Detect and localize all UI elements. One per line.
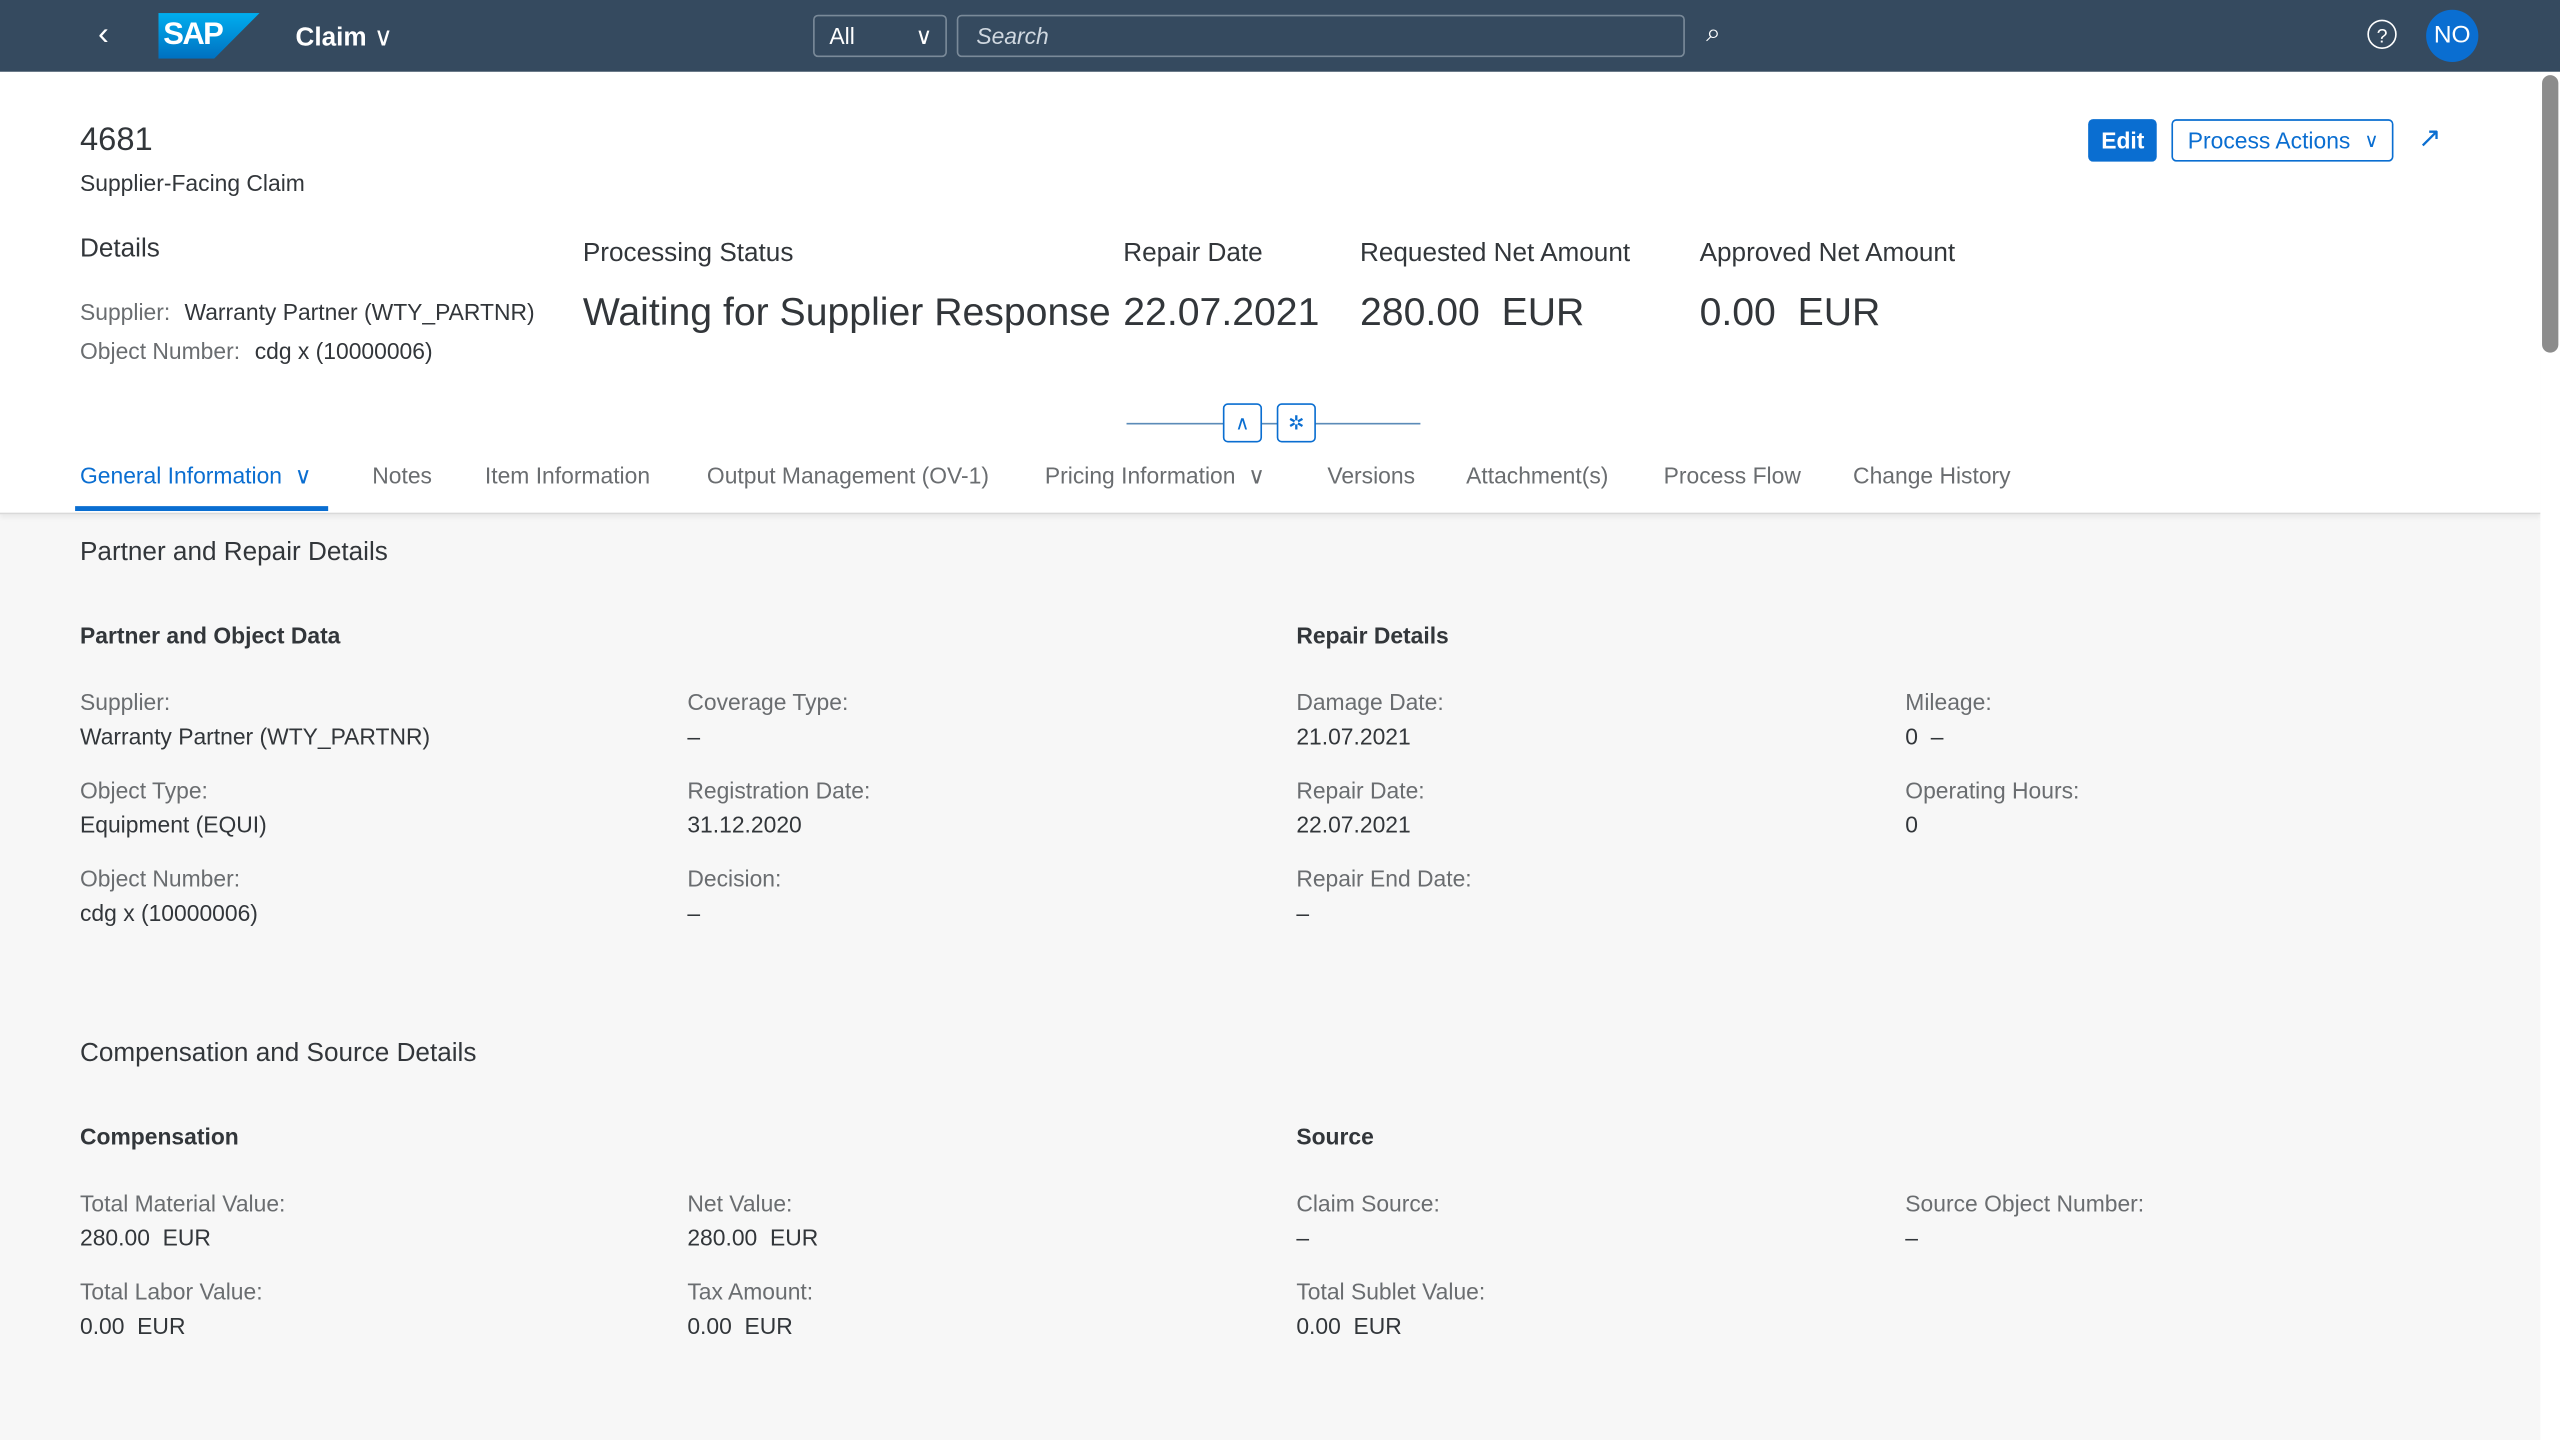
app-title: Claim [296, 24, 367, 52]
field-label: Supplier: [80, 689, 170, 715]
field-label: Repair Date: [1296, 777, 1424, 803]
edit-button[interactable]: Edit [2088, 119, 2157, 161]
object-number-value: cdg x (10000006) [255, 338, 433, 364]
search-input[interactable]: Search [957, 15, 1685, 57]
field-value: Warranty Partner (WTY_PARTNR) [80, 723, 430, 749]
tab-notes[interactable]: Notes [372, 462, 432, 488]
field-label: Registration Date: [687, 777, 870, 803]
field-value: Equipment (EQUI) [80, 811, 267, 837]
object-id: 4681 [80, 122, 153, 160]
field-value: 280.00 EUR [80, 1224, 211, 1250]
group-title: Partner and Object Data [80, 622, 340, 648]
field-label: Source Object Number: [1905, 1190, 2144, 1216]
process-actions-label: Process Actions [2188, 127, 2351, 153]
section-title: Compensation and Source Details [80, 1040, 476, 1069]
supplier-value: Warranty Partner (WTY_PARTNR) [184, 299, 534, 325]
pin-header-button[interactable]: ✲ [1277, 403, 1316, 442]
chevron-down-icon: ∨ [916, 16, 933, 55]
field-label: Decision: [687, 865, 781, 891]
active-tab-indicator [75, 506, 328, 511]
field-label: Object Type: [80, 777, 208, 803]
field-value: 280.00 EUR [687, 1224, 818, 1250]
field-label: Total Material Value: [80, 1190, 285, 1216]
kpi-label: Requested Net Amount [1360, 240, 1630, 269]
tab-pricing-information[interactable]: Pricing Information ∨ [1045, 462, 1265, 490]
share-icon[interactable]: ↗ [2418, 122, 2441, 155]
object-subtitle: Supplier-Facing Claim [80, 170, 305, 196]
help-icon[interactable]: ? [2367, 20, 2396, 49]
process-actions-button[interactable]: Process Actions ∨ [2171, 119, 2393, 161]
field-label: Repair End Date: [1296, 865, 1471, 891]
search-scope-select[interactable]: All ∨ [813, 15, 947, 57]
field-label: Claim Source: [1296, 1190, 1440, 1216]
field-value: – [1905, 1224, 1918, 1250]
processing-status-value: Waiting for Supplier Response [583, 291, 1111, 337]
field-value: cdg x (10000006) [80, 900, 258, 926]
supplier-label: Supplier: [80, 299, 170, 325]
field-label: Total Sublet Value: [1296, 1278, 1485, 1304]
field-value: 0 [1905, 811, 1918, 837]
requested-amount-value: 280.00 EUR [1360, 291, 1584, 337]
field-value: 0 – [1905, 723, 1943, 749]
scrollbar-thumb[interactable] [2542, 75, 2558, 353]
header-divider [1127, 423, 1421, 425]
field-value: 31.12.2020 [687, 811, 801, 837]
field-label: Mileage: [1905, 689, 1991, 715]
chevron-down-icon: ∨ [295, 462, 312, 488]
approved-amount-value: 0.00 EUR [1700, 291, 1881, 337]
field-value: 22.07.2021 [1296, 811, 1410, 837]
details-title: Details [80, 235, 160, 264]
field-label: Total Labor Value: [80, 1278, 263, 1304]
tab-attachments[interactable]: Attachment(s) [1466, 462, 1608, 488]
repair-date-value: 22.07.2021 [1123, 291, 1319, 337]
field-value: – [687, 900, 700, 926]
tab-versions[interactable]: Versions [1327, 462, 1415, 488]
kpi-label: Approved Net Amount [1700, 240, 1956, 269]
group-title: Repair Details [1296, 622, 1448, 648]
shell-bar: ‹ SAP Claim ∨ All ∨ Search ⌕ ? NO [0, 0, 2560, 72]
scope-value: All [829, 23, 854, 49]
tab-process-flow[interactable]: Process Flow [1664, 462, 1801, 488]
sap-logo[interactable]: SAP [158, 13, 259, 59]
search-icon[interactable]: ⌕ [1706, 20, 1721, 49]
tab-general-information[interactable]: General Information ∨ [80, 462, 311, 490]
back-icon[interactable]: ‹ [98, 16, 109, 54]
field-label: Object Number: [80, 865, 240, 891]
group-title: Compensation [80, 1123, 239, 1149]
pin-icon: ✲ [1288, 411, 1304, 434]
field-label: Damage Date: [1296, 689, 1443, 715]
field-value: 21.07.2021 [1296, 723, 1410, 749]
kpi-label: Processing Status [583, 240, 794, 269]
field-value: – [1296, 1224, 1309, 1250]
kpi-label: Repair Date [1123, 240, 1262, 269]
tab-change-history[interactable]: Change History [1853, 462, 2011, 488]
app-title-menu[interactable]: Claim ∨ [296, 21, 394, 54]
tab-item-information[interactable]: Item Information [485, 462, 650, 488]
object-header: 4681 Supplier-Facing Claim Edit Process … [0, 72, 2540, 514]
field-label: Coverage Type: [687, 689, 848, 715]
collapse-header-button[interactable]: ∧ [1223, 403, 1262, 442]
field-value: – [687, 723, 700, 749]
chevron-down-icon: ∨ [1248, 462, 1265, 488]
object-number-label: Object Number: [80, 338, 240, 364]
avatar[interactable]: NO [2426, 10, 2478, 62]
field-label: Operating Hours: [1905, 777, 2079, 803]
field-label: Tax Amount: [687, 1278, 813, 1304]
field-label: Net Value: [687, 1190, 792, 1216]
section-title: Partner and Repair Details [80, 539, 388, 568]
field-value: – [1296, 900, 1309, 926]
chevron-down-icon: ∨ [374, 24, 393, 52]
chevron-down-icon: ∨ [2364, 121, 2378, 160]
field-value: 0.00 EUR [80, 1313, 185, 1339]
chevron-up-icon: ∧ [1235, 411, 1249, 434]
tab-output-management[interactable]: Output Management (OV-1) [707, 462, 989, 488]
group-title: Source [1296, 1123, 1373, 1149]
field-value: 0.00 EUR [687, 1313, 792, 1339]
field-value: 0.00 EUR [1296, 1313, 1401, 1339]
